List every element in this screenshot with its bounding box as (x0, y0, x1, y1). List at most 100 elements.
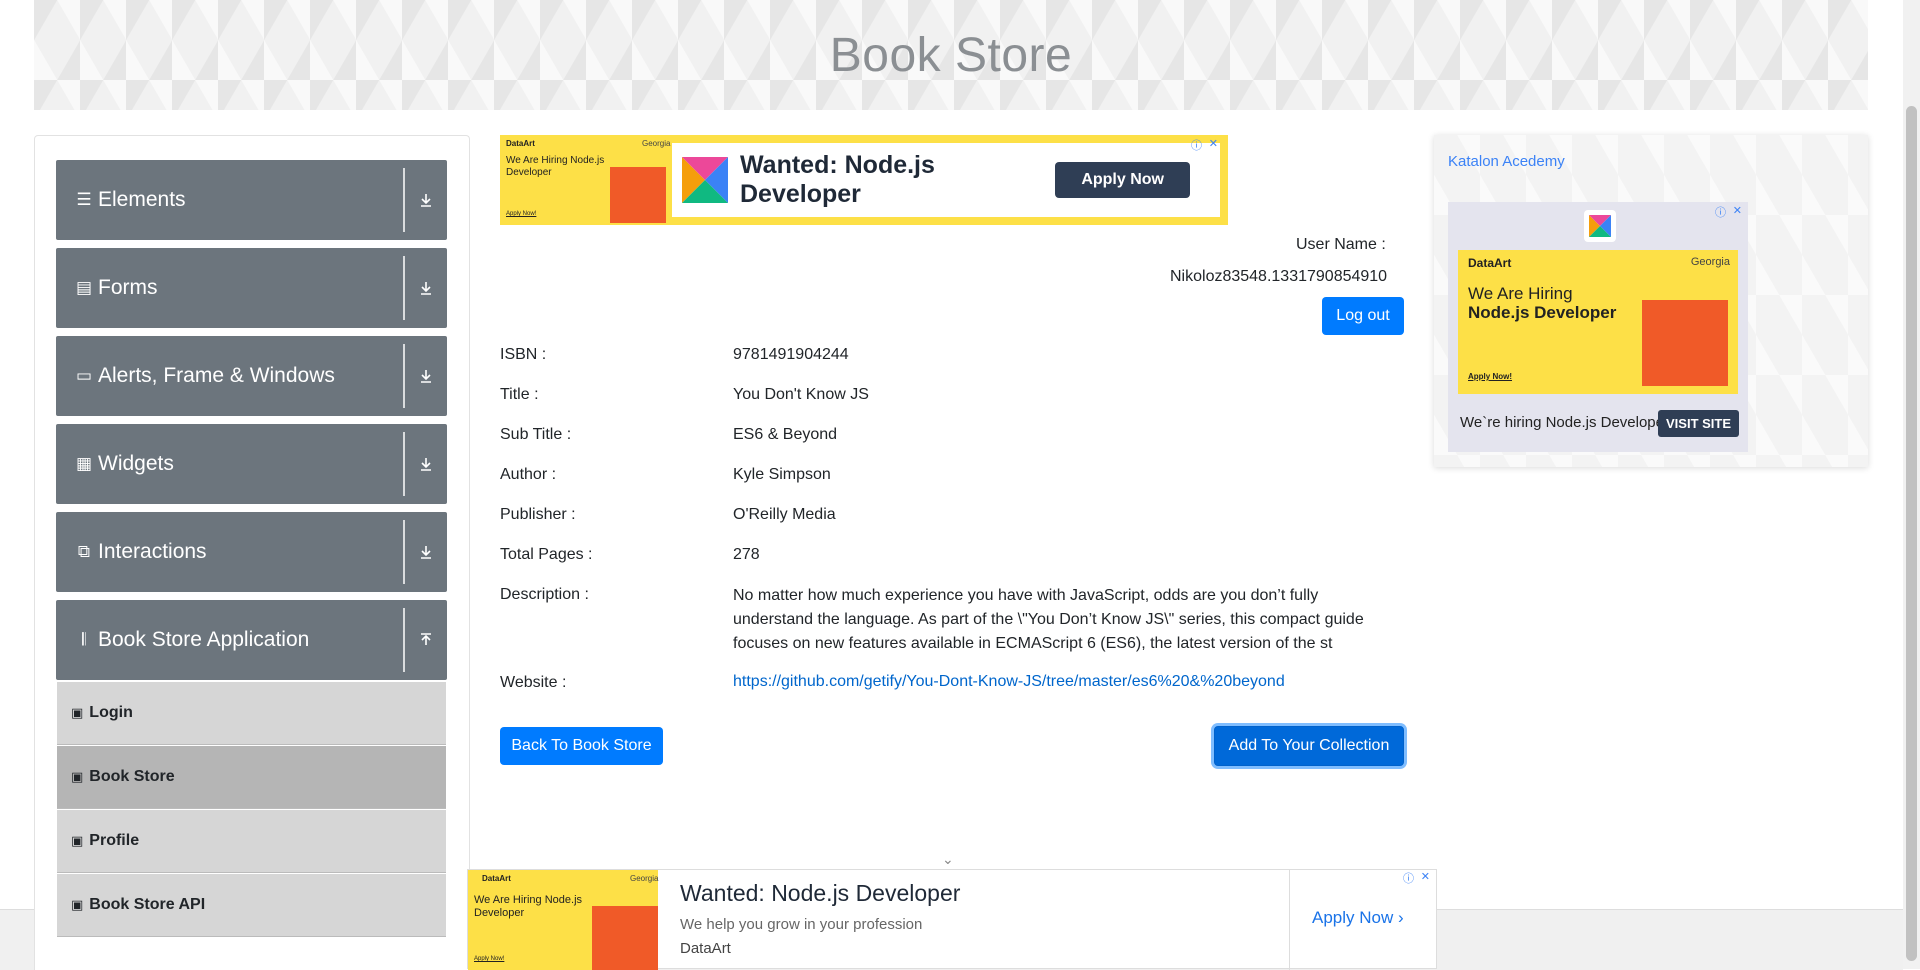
divider (403, 344, 405, 408)
sidebar-group-label: Widgets (98, 452, 174, 475)
chevron-down-icon[interactable]: ⌄ (942, 851, 954, 868)
sidebar-group-book-store-application[interactable]: 𝄃 Book Store Application (56, 600, 447, 680)
close-icon[interactable]: ✕ (1209, 137, 1218, 150)
pages-value: 278 (733, 546, 760, 563)
sidebar-group-alerts[interactable]: ▭ Alerts, Frame & Windows (56, 336, 447, 416)
ad-creative: DataArt Georgia We Are Hiring Node.js De… (1458, 250, 1738, 394)
ad-hiring-line2: Node.js Developer (1468, 303, 1617, 322)
ad-banner-right[interactable]: ⓘ ✕ DataArt Georgia We Are Hiring Node.j… (1448, 202, 1748, 452)
ad-brand: DataArt (1468, 256, 1512, 270)
author-label: Author : (500, 466, 557, 483)
sidebar-group-label: Interactions (98, 540, 207, 563)
ad-apply-button[interactable]: Apply Now (1055, 162, 1190, 198)
sidebar-item-label: Profile (89, 832, 140, 849)
sidebar-group-label: Forms (98, 276, 158, 299)
ad-apply-small: Apply Now! (506, 211, 537, 217)
ad-hiring-line1: We Are Hiring (1468, 284, 1573, 303)
ad-headline: Wanted: Node.js Developer (740, 151, 935, 208)
sidebar-group-widgets[interactable]: ▦ Widgets (56, 424, 447, 504)
sidebar-item-label: Book Store (89, 768, 175, 785)
sidebar-item-profile[interactable]: ▣ Profile (57, 810, 446, 873)
chevron-right-icon: › (1398, 908, 1404, 927)
title-value: You Don't Know JS (733, 386, 869, 403)
chevron-down-icon[interactable] (405, 456, 447, 472)
ad-brand: DataArt (482, 874, 511, 883)
ad-location: Georgia (630, 874, 659, 883)
ad-creative: DataArt Georgia We Are Hiring Node.js De… (468, 870, 658, 970)
divider (403, 608, 405, 672)
ad-text: We`re hiring Node.js Developer (1460, 414, 1669, 431)
sidebar-item-book-store-api[interactable]: ▣ Book Store API (57, 874, 446, 937)
sidebar-group-forms[interactable]: ▤ Forms (56, 248, 447, 328)
website-label: Website : (500, 674, 567, 691)
ad-banner-top[interactable]: DataArt Georgia We Are Hiring Node.js De… (500, 135, 1228, 225)
author-value: Kyle Simpson (733, 466, 831, 483)
sidebar-group-label: Elements (98, 188, 186, 211)
right-ad-panel: Katalon Acedemy ⓘ ✕ DataArt Georgia We A… (1434, 135, 1868, 467)
menu-icon: ☰ (76, 190, 92, 209)
back-to-book-store-button[interactable]: Back To Book Store (500, 727, 663, 765)
sidebar-group-label: Book Store Application (98, 628, 310, 651)
ad-apply-small: Apply Now! (474, 956, 505, 962)
file-icon: ▣ (71, 897, 84, 912)
sidebar-item-login[interactable]: ▣ Login (57, 682, 446, 745)
divider (403, 432, 405, 496)
username-label: User Name : (1296, 236, 1386, 253)
sidebar-group-elements[interactable]: ☰ Elements (56, 160, 447, 240)
divider (403, 520, 405, 584)
sidebar-item-book-store[interactable]: ▣ Book Store (57, 746, 446, 809)
divider (403, 168, 405, 232)
form-icon: ▤ (75, 278, 93, 297)
ad-location: Georgia (642, 139, 671, 148)
sidebar-item-label: Login (89, 704, 133, 721)
adchoices-icon[interactable]: ⓘ (1715, 204, 1726, 220)
visit-site-button[interactable]: VISIT SITE (1658, 410, 1740, 437)
ad-hiring-text: We Are Hiring Node.js Developer (506, 155, 605, 178)
sidebar: ☰ Elements ▤ Forms ▭ Alerts, Frame & Win… (34, 135, 470, 970)
sidebar-group-interactions[interactable]: ⧉ Interactions (56, 512, 447, 592)
chevron-up-icon[interactable] (405, 632, 447, 648)
description-value: No matter how much experience you have w… (733, 587, 1364, 652)
adchoices-icon[interactable]: ⓘ (1191, 137, 1202, 153)
logout-button[interactable]: Log out (1322, 297, 1404, 335)
ad-apply-link[interactable]: Apply Now › (1312, 908, 1404, 928)
scrollbar-thumb[interactable] (1906, 106, 1917, 961)
ad-mascot-image (592, 906, 658, 970)
subtitle-label: Sub Title : (500, 426, 572, 443)
close-icon[interactable]: ✕ (1733, 204, 1742, 217)
isbn-value: 9781491904244 (733, 346, 849, 363)
file-icon: ▣ (71, 769, 84, 784)
chevron-down-icon[interactable] (405, 544, 447, 560)
ad-hiring-text: We Are Hiring Node.js Developer (1468, 284, 1616, 322)
widget-icon: ▦ (75, 454, 93, 473)
ad-subline: We help you grow in your profession (680, 916, 923, 933)
subtitle-value: ES6 & Beyond (733, 426, 838, 443)
adchoices-icon[interactable]: ⓘ (1403, 870, 1414, 886)
website-link[interactable]: https://github.com/getify/You-Dont-Know-… (733, 673, 1285, 691)
ad-location: Georgia (1690, 256, 1730, 268)
chevron-down-icon[interactable] (405, 192, 447, 208)
ad-mascot-image (610, 167, 666, 223)
divider (1289, 870, 1290, 970)
books-icon: 𝄃 (82, 630, 86, 649)
title-label: Title : (500, 386, 539, 403)
ad-inner[interactable]: Wanted: Node.js Developer Apply Now (672, 143, 1220, 217)
interaction-icon: ⧉ (77, 542, 91, 561)
file-icon: ▣ (71, 705, 84, 720)
page-scrollbar[interactable] (1903, 0, 1920, 969)
add-to-collection-button[interactable]: Add To Your Collection (1214, 726, 1404, 766)
window-icon: ▭ (75, 366, 93, 385)
ad-apply-label: Apply Now (1312, 908, 1394, 927)
close-icon[interactable]: ✕ (1421, 870, 1430, 883)
dataart-logo-icon (682, 157, 728, 203)
ad-brand: DataArt (506, 139, 535, 148)
chevron-down-icon[interactable] (405, 368, 447, 384)
chevron-down-icon[interactable] (405, 280, 447, 296)
dataart-logo-icon (1584, 210, 1616, 242)
ad-headline: Wanted: Node.js Developer (680, 880, 961, 906)
katalon-academy-link[interactable]: Katalon Acedemy (1448, 153, 1565, 170)
ad-banner-bottom[interactable]: DataArt Georgia We Are Hiring Node.js De… (467, 869, 1437, 970)
page-title: Book Store (829, 28, 1073, 82)
ad-company: DataArt (680, 940, 731, 957)
file-icon: ▣ (71, 833, 84, 848)
